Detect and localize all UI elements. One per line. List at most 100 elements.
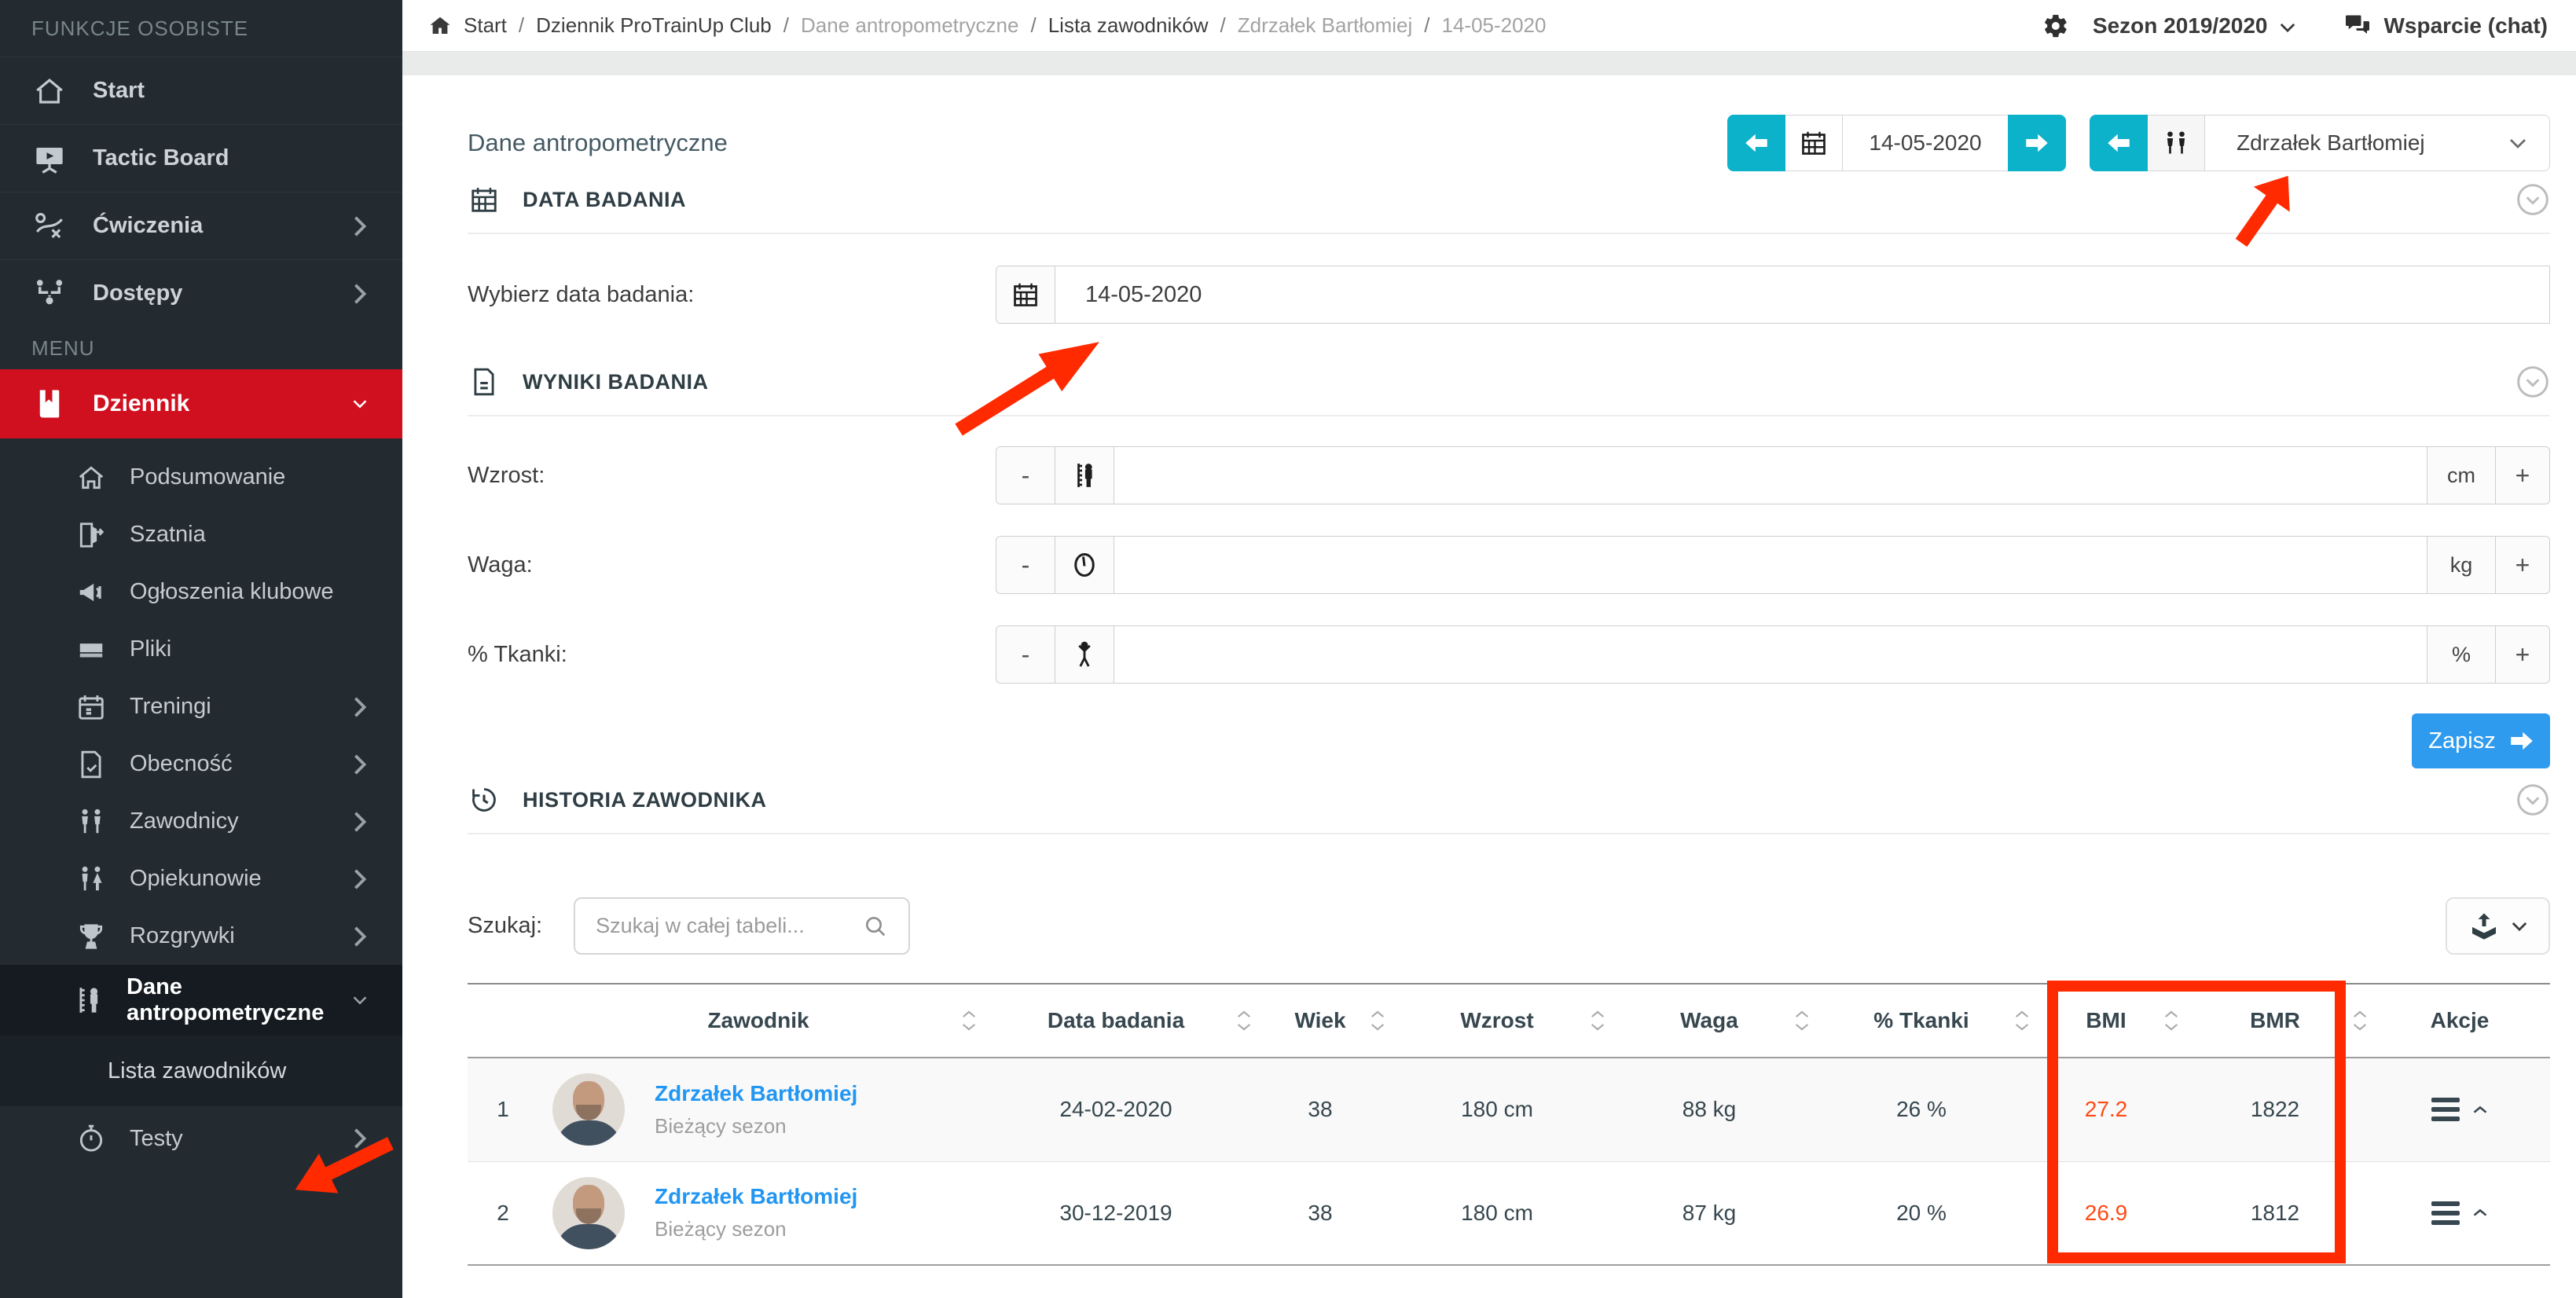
player-season: Bieżący sezon [655,1217,857,1241]
sidebar-item-summary[interactable]: Podsumowanie [0,449,402,506]
bmi-cell: 26.9 [2031,1161,2181,1265]
col-bmr[interactable]: BMR [2181,984,2369,1058]
decrement-button[interactable]: - [996,536,1055,594]
sidebar-item-club-announcements[interactable]: Ogłoszenia klubowe [0,563,402,621]
sidebar-item-competitions[interactable]: Rozgrywki [0,908,402,965]
prev-player-button[interactable] [2090,115,2148,171]
increment-button[interactable]: + [2495,625,2550,684]
breadcrumb-separator: / [1424,13,1429,38]
col-weight[interactable]: Waga [1607,984,1811,1058]
sort-icon[interactable] [2163,1010,2179,1032]
col-height[interactable]: Wzrost [1387,984,1607,1058]
player-select[interactable]: Zdrzałek Bartłomiej [2204,115,2550,171]
header-controls: 14-05-2020 Zdrzałek Bartłomiej [1727,115,2550,171]
season-selector[interactable]: Sezon 2019/2020 [2042,13,2296,39]
decrement-button[interactable]: - [996,625,1055,684]
date-field-label: Wybierz data badania: [468,282,996,308]
current-date-value[interactable]: 14-05-2020 [1842,115,2009,171]
chevron-down-icon [2279,13,2296,38]
decrement-button[interactable]: - [996,446,1055,504]
breadcrumb-item[interactable]: Lista zawodników [1048,13,1209,38]
col-fat[interactable]: % Tkanki [1811,984,2031,1058]
breadcrumb-item[interactable]: Dane antropometryczne [801,13,1018,38]
sidebar-item-start[interactable]: Start [0,57,402,124]
player-cell: Zdrzałek Bartłomiej Bieżący sezon [538,1177,978,1249]
sidebar-item-tests[interactable]: Testy [0,1106,402,1171]
sidebar-item-locker-room[interactable]: Szatnia [0,506,402,563]
col-exam-date[interactable]: Data badania [978,984,1253,1058]
door-exit-icon [75,519,108,552]
chevron-down-icon [2511,921,2528,932]
search-input[interactable] [596,914,863,938]
date-field-value[interactable]: 14-05-2020 [1055,266,2550,324]
chevron-down-icon [2508,138,2527,149]
prev-date-button[interactable] [1727,115,1785,171]
sort-icon[interactable] [1370,1010,1385,1032]
collapse-section-icon[interactable] [2515,783,2550,817]
sidebar-item-label: Opiekunowie [130,866,262,892]
col-player[interactable]: Zawodnik [538,984,978,1058]
sidebar-item-players-list[interactable]: Lista zawodników [0,1036,402,1106]
home-icon[interactable] [428,14,452,38]
breadcrumb-separator: / [783,13,789,38]
weight-input[interactable] [1114,536,2427,594]
age-cell: 38 [1253,1161,1387,1265]
player-link[interactable]: Zdrzałek Bartłomiej [655,1081,857,1106]
row-actions-button[interactable] [2369,1201,2550,1225]
fat-label: % Tkanki: [468,642,996,668]
weight-unit: kg [2427,536,2496,594]
increment-button[interactable]: + [2495,446,2550,504]
row-index: 2 [468,1161,538,1265]
support-chat-link[interactable]: Wsparcie (chat) [2343,12,2548,40]
table-toolbar: Szukaj: [468,897,2550,955]
height-input[interactable] [1114,446,2427,504]
stopwatch-icon [75,1122,108,1155]
fat-input[interactable] [1114,625,2427,684]
drive-icon [75,633,108,666]
next-date-button[interactable] [2008,115,2066,171]
avatar [552,1073,625,1146]
row-actions-button[interactable] [2369,1098,2550,1121]
sort-icon[interactable] [2352,1010,2368,1032]
collapse-section-icon[interactable] [2515,182,2550,217]
arrow-right-icon [2510,731,2534,751]
breadcrumb-item[interactable]: Zdrzałek Bartłomiej [1238,13,1413,38]
col-age[interactable]: Wiek [1253,984,1387,1058]
age-cell: 38 [1253,1058,1387,1161]
breadcrumb-item[interactable]: Start [464,13,507,38]
collapse-section-icon[interactable] [2515,365,2550,399]
increment-button[interactable]: + [2495,536,2550,594]
sidebar-item-attendance[interactable]: Obecność [0,735,402,793]
topbar: Start / Dziennik ProTrainUp Club / Dane … [402,0,2576,52]
sidebar-item-trainings[interactable]: Treningi [0,678,402,735]
height-cell: 180 cm [1387,1161,1607,1265]
sidebar-item-label: Pliki [130,636,171,662]
sort-icon[interactable] [1236,1010,1252,1032]
col-bmi[interactable]: BMI [2031,984,2181,1058]
sidebar-item-anthropometric-data[interactable]: Dane antropometryczne [0,965,402,1036]
calendar-icon[interactable] [1785,115,1843,171]
sort-icon[interactable] [1794,1010,1810,1032]
sidebar-item-journal[interactable]: Dziennik [0,369,402,438]
sidebar-item-access[interactable]: Dostępy [0,259,402,327]
sort-icon[interactable] [2014,1010,2030,1032]
calendar-icon[interactable] [996,266,1055,324]
chevron-down-icon [352,392,368,416]
player-link[interactable]: Zdrzałek Bartłomiej [655,1184,857,1209]
date-field: 14-05-2020 [996,266,2550,324]
main-area: Start / Dziennik ProTrainUp Club / Dane … [402,0,2576,1298]
topbar-right: Sezon 2019/2020 Wsparcie (chat) [2042,12,2548,40]
export-icon [2468,911,2500,942]
sort-icon[interactable] [961,1010,977,1032]
export-button[interactable] [2446,897,2550,955]
sidebar-item-guardians[interactable]: Opiekunowie [0,850,402,908]
breadcrumb-item[interactable]: Dziennik ProTrainUp Club [536,13,772,38]
player-navigator: Zdrzałek Bartłomiej [2090,115,2550,171]
sort-icon[interactable] [1590,1010,1605,1032]
sidebar-item-players[interactable]: Zawodnicy [0,793,402,850]
sidebar-item-files[interactable]: Pliki [0,621,402,678]
sidebar-item-exercises[interactable]: Ćwiczenia [0,192,402,259]
sidebar-item-tactic-board[interactable]: Tactic Board [0,124,402,192]
page-title: Dane antropometryczne [468,129,728,157]
save-button[interactable]: Zapisz [2412,713,2550,768]
